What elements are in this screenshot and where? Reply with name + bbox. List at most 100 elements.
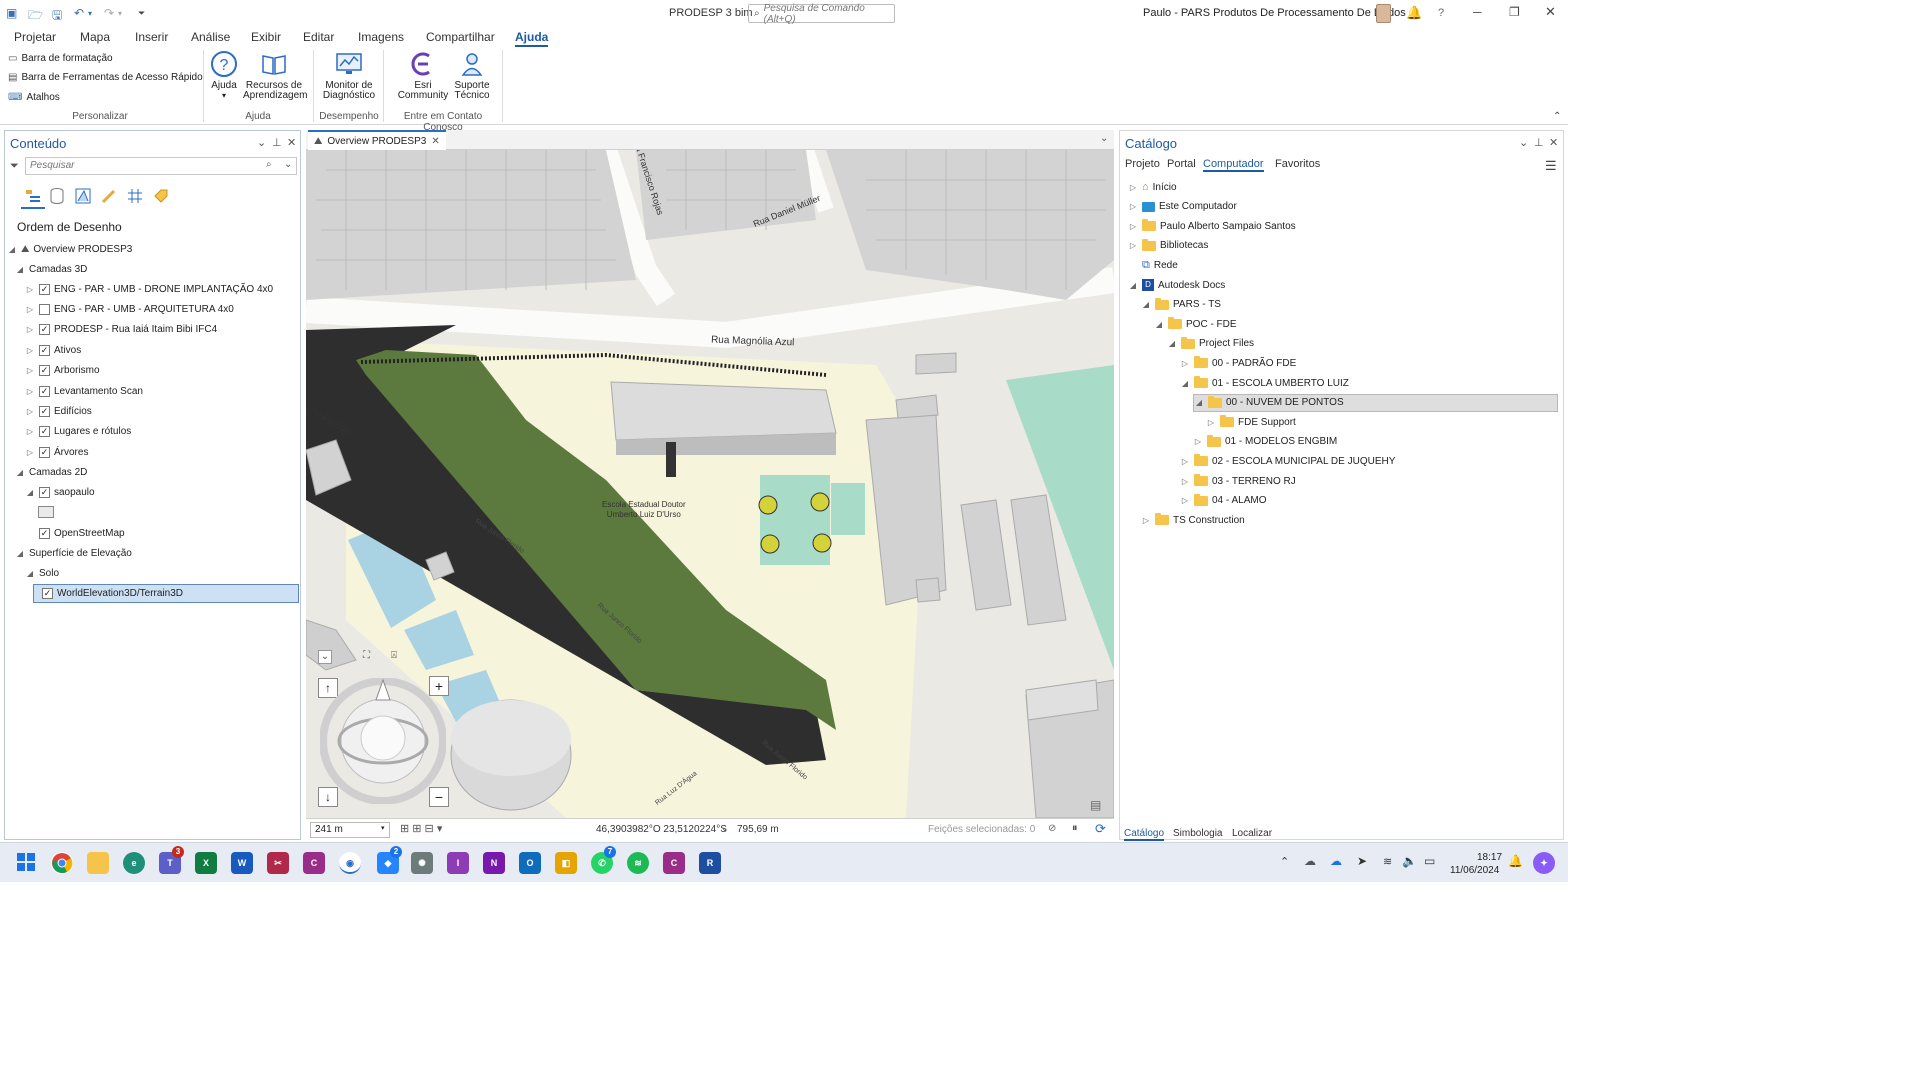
restore-icon[interactable]: ❐: [1509, 5, 1520, 19]
toc-group-3d[interactable]: ◢ Camadas 3D: [15, 260, 87, 278]
caret-right-icon[interactable]: ▷: [25, 366, 35, 375]
word-icon[interactable]: W: [231, 852, 253, 874]
revit-icon[interactable]: R: [699, 852, 721, 874]
help-button[interactable]: ? Ajuda ▾: [209, 50, 239, 101]
notes-icon[interactable]: ▤: [1090, 798, 1101, 812]
tab-localizar[interactable]: Localizar: [1232, 828, 1272, 839]
toc-layer-osm[interactable]: ✓ OpenStreetMap: [25, 524, 125, 542]
catalog-item[interactable]: ◢ Project Files: [1167, 335, 1254, 353]
catalog-item[interactable]: ⧉ Rede: [1128, 256, 1178, 274]
help-icon[interactable]: ?: [1438, 7, 1444, 19]
tab-projetar[interactable]: Projetar: [14, 30, 56, 44]
shortcuts-button[interactable]: ⌨ Atalhos: [8, 92, 60, 103]
caret-right-icon[interactable]: ▷: [25, 325, 35, 334]
minimize-icon[interactable]: ─: [1473, 5, 1482, 19]
tab-ajuda[interactable]: Ajuda: [515, 30, 549, 47]
tab-computador[interactable]: Computador: [1203, 158, 1264, 172]
toc-layer[interactable]: ▷ ✓ Lugares e rótulos: [25, 423, 131, 441]
toc-layer[interactable]: ▷ ✓ Levantamento Scan: [25, 382, 143, 400]
refresh-icon[interactable]: ⟳: [1095, 821, 1106, 837]
layer-checkbox[interactable]: ✓: [39, 344, 50, 356]
tab-projeto[interactable]: Projeto: [1125, 158, 1160, 170]
diagnostic-monitor-button[interactable]: Monitor de Diagnóstico: [320, 50, 378, 101]
tab-list-icon[interactable]: ⌄: [1100, 133, 1108, 144]
pin-icon[interactable]: ⊥: [272, 136, 282, 149]
tab-compartilhar[interactable]: Compartilhar: [426, 30, 495, 44]
catalog-item[interactable]: ▷ TS Construction: [1141, 511, 1245, 529]
chrome-icon[interactable]: [51, 852, 73, 874]
caret-down-icon[interactable]: ◢: [1167, 339, 1177, 348]
tab-overview[interactable]: ⛰ Overview PRODESP3 ✕: [308, 130, 446, 150]
list-by-source-icon[interactable]: [48, 187, 66, 208]
chevron-down-icon[interactable]: ⌄: [284, 159, 292, 170]
pane-options-icon[interactable]: ⌄: [257, 136, 266, 149]
caret-right-icon[interactable]: ▷: [1180, 359, 1190, 368]
snipping-icon[interactable]: ✂: [267, 852, 289, 874]
full-extent-icon[interactable]: ⛶: [363, 650, 370, 661]
clear-selection-icon[interactable]: ⊘: [1048, 823, 1056, 834]
close-pane-icon[interactable]: ✕: [1549, 136, 1558, 149]
caret-down-icon[interactable]: ◢: [15, 468, 25, 477]
list-by-snapping-icon[interactable]: [126, 187, 144, 208]
layer-checkbox[interactable]: ✓: [39, 527, 50, 539]
caret-right-icon[interactable]: ▷: [25, 346, 35, 355]
caret-right-icon[interactable]: ▷: [1180, 477, 1190, 486]
learning-resources-button[interactable]: Recursos de Aprendizagem: [243, 50, 307, 101]
layer-checkbox[interactable]: ✓: [39, 446, 50, 458]
coordinate-format-icon[interactable]: ⌄: [721, 823, 729, 834]
contents-search-input[interactable]: Pesquisar ⌕ ⌄: [25, 157, 297, 175]
excel-icon[interactable]: X: [195, 852, 217, 874]
tab-editar[interactable]: Editar: [303, 30, 334, 44]
command-search[interactable]: ⌕ Pesquisa de Comando (Alt+Q): [748, 3, 895, 25]
caret-down-icon[interactable]: ◢: [1141, 300, 1151, 309]
formatting-bar-button[interactable]: ▭ Barra de formatação: [8, 53, 113, 64]
navigator-options-icon[interactable]: ⌄: [318, 650, 332, 664]
caret-down-icon[interactable]: ◢: [25, 488, 35, 497]
catalog-item[interactable]: ▷ Bibliotecas: [1128, 237, 1208, 255]
quick-access-toolbar-button[interactable]: ▤ Barra de Ferramentas de Acesso Rápido: [8, 72, 203, 83]
menu-icon[interactable]: ☰: [1545, 158, 1557, 174]
catalog-item[interactable]: ▷ 00 - PADRÃO FDE: [1180, 354, 1296, 372]
tab-imagens[interactable]: Imagens: [358, 30, 404, 44]
redo-dropdown-icon[interactable]: ▾: [118, 9, 122, 18]
catalog-item[interactable]: ▷ 03 - TERRENO RJ: [1180, 472, 1296, 490]
battery-icon[interactable]: ▭: [1424, 854, 1435, 868]
catalog-item[interactable]: ▷ Paulo Alberto Sampaio Santos: [1128, 217, 1296, 235]
toc-layer[interactable]: ▷ ✓ Edifícios: [25, 402, 92, 420]
caret-right-icon[interactable]: ▷: [1180, 496, 1190, 505]
selected-features[interactable]: Feições selecionadas: 0: [914, 824, 1035, 835]
layer-checkbox[interactable]: ✓: [39, 405, 50, 417]
layer-checkbox[interactable]: ✓: [39, 324, 50, 336]
close-pane-icon[interactable]: ✕: [287, 136, 296, 149]
caret-right-icon[interactable]: ▷: [25, 407, 35, 416]
caret-right-icon[interactable]: ▷: [25, 448, 35, 457]
caret-down-icon[interactable]: ◢: [25, 569, 35, 578]
catalog-item[interactable]: ◢ 01 - ESCOLA UMBERTO LUIZ: [1180, 374, 1349, 392]
caret-right-icon[interactable]: ▷: [1206, 418, 1216, 427]
toc-solo[interactable]: ◢ Solo: [25, 564, 59, 582]
customize-qat-icon[interactable]: ⏷: [138, 8, 145, 19]
catalog-item[interactable]: ▷ ⌂ Início: [1128, 178, 1177, 196]
tab-favoritos[interactable]: Favoritos: [1275, 158, 1320, 170]
caret-down-icon[interactable]: ◢: [1180, 379, 1190, 388]
notification-bell-icon[interactable]: 🔔: [1508, 854, 1523, 868]
layer-checkbox[interactable]: ✓: [39, 426, 50, 438]
layer-checkbox[interactable]: ✓: [39, 486, 50, 498]
notification-icon[interactable]: 🔔: [1406, 5, 1422, 21]
tab-analise[interactable]: Análise: [191, 30, 230, 44]
copilot-icon[interactable]: ✦: [1533, 852, 1555, 874]
redo-icon[interactable]: ↷: [104, 6, 114, 20]
tab-simbologia[interactable]: Simbologia: [1173, 828, 1222, 839]
clock-time[interactable]: 18:17: [1477, 852, 1502, 863]
close-tab-icon[interactable]: ✕: [431, 136, 439, 147]
list-by-labeling-icon[interactable]: [152, 187, 170, 208]
show-hidden-icons[interactable]: ⌃: [1280, 855, 1289, 868]
layer-checkbox[interactable]: ✓: [39, 365, 50, 377]
catalog-item[interactable]: ▷ FDE Support: [1206, 413, 1296, 431]
list-by-drawing-order-icon[interactable]: [21, 185, 45, 209]
pane-options-icon[interactable]: ⌄: [1519, 136, 1528, 149]
map-view[interactable]: Rua Magnólia Azul Rua Daniel Müller Rua …: [306, 150, 1114, 818]
catalog-item[interactable]: ◢ POC - FDE: [1154, 315, 1237, 333]
caret-right-icon[interactable]: ▷: [25, 305, 35, 314]
catalog-item[interactable]: ◢ 00 - NUVEM DE PONTOS: [1193, 393, 1558, 412]
